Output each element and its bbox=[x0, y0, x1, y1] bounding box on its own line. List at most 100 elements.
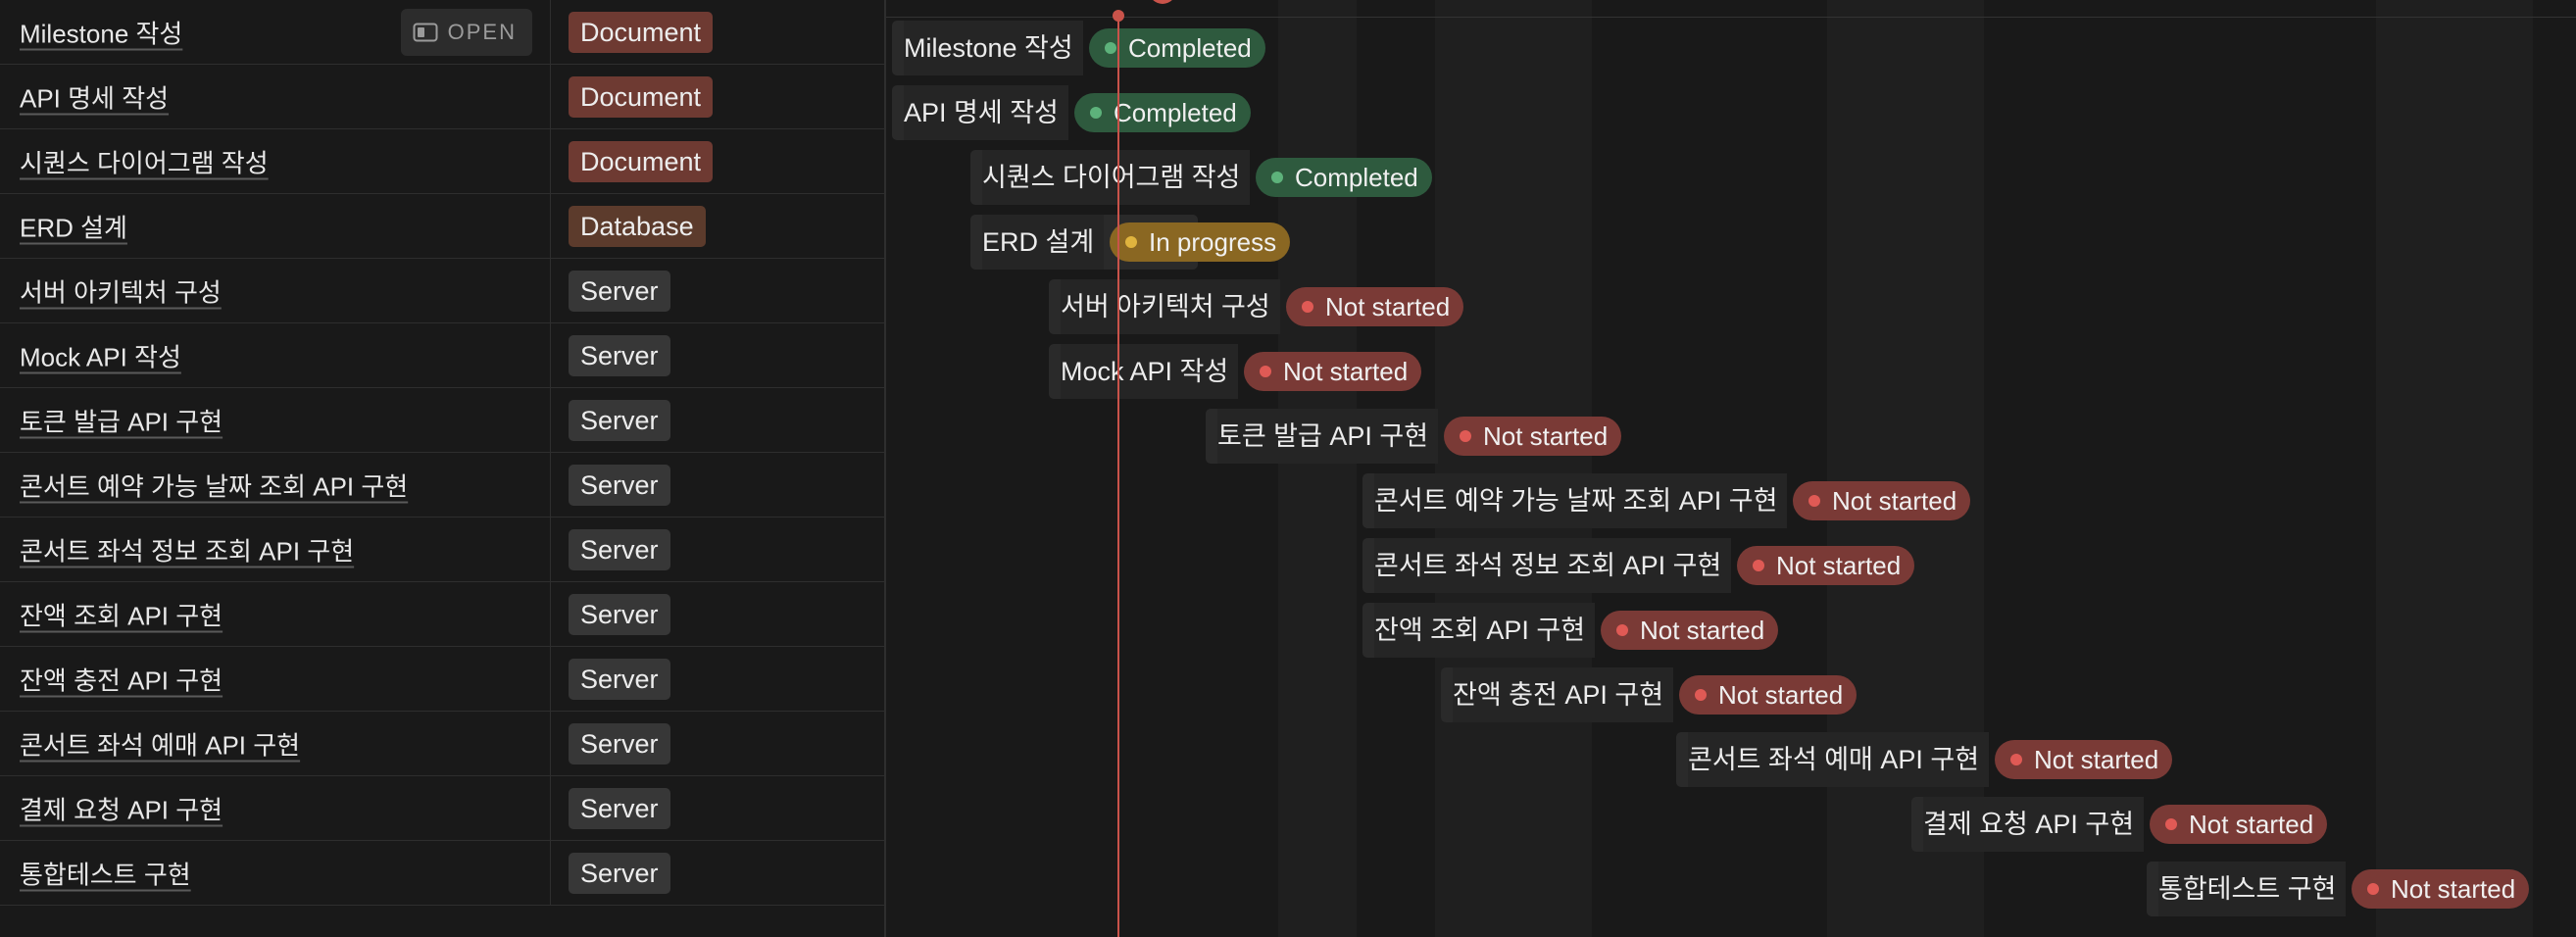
task-name[interactable]: Mock API 작성 bbox=[20, 338, 181, 374]
table-row[interactable]: 콘서트 좌석 예매 API 구현 Server bbox=[0, 712, 885, 776]
task-name-cell[interactable]: 시퀀스 다이어그램 작성 bbox=[0, 129, 551, 194]
timeline-task[interactable]: 잔액 충전 API 구현 Not started bbox=[1441, 667, 2225, 722]
status-dot-icon bbox=[1260, 366, 1271, 377]
open-button[interactable]: OPEN bbox=[400, 9, 532, 56]
category-cell[interactable]: Server bbox=[551, 841, 885, 906]
status-label: Not started bbox=[1832, 486, 1957, 516]
task-bar-label: 잔액 조회 API 구현 bbox=[1374, 603, 1596, 658]
table-row[interactable]: 잔액 조회 API 구현 Server bbox=[0, 582, 885, 647]
category-cell[interactable]: Server bbox=[551, 259, 885, 323]
category-tag: Server bbox=[569, 400, 670, 441]
table-row[interactable]: 잔액 충전 API 구현 Server bbox=[0, 647, 885, 712]
table-row[interactable]: 콘서트 예약 가능 날짜 조회 API 구현 Server bbox=[0, 453, 885, 518]
category-tag: Server bbox=[569, 788, 670, 829]
task-name-cell[interactable]: 콘서트 예약 가능 날짜 조회 API 구현 bbox=[0, 453, 551, 518]
status-badge: Completed bbox=[1256, 158, 1432, 197]
task-bar-label: Milestone 작성 bbox=[904, 21, 1083, 75]
task-bar-label: 시퀀스 다이어그램 작성 bbox=[982, 150, 1251, 205]
category-tag: Server bbox=[569, 723, 670, 764]
category-cell[interactable]: Server bbox=[551, 453, 885, 518]
timeline-task[interactable]: 콘서트 좌석 정보 조회 API 구현 Not started bbox=[1362, 538, 2147, 593]
task-name[interactable]: 잔액 충전 API 구현 bbox=[20, 662, 223, 698]
task-name[interactable]: 통합테스트 구현 bbox=[20, 856, 191, 892]
task-name-cell[interactable]: 서버 아키텍처 구성 bbox=[0, 259, 551, 323]
task-name-cell[interactable]: Mock API 작성 bbox=[0, 323, 551, 388]
timeline-task[interactable]: 결제 요청 API 구현 Not started bbox=[1911, 797, 2576, 852]
category-tag: Server bbox=[569, 594, 670, 635]
category-cell[interactable]: Server bbox=[551, 323, 885, 388]
table-row[interactable]: 콘서트 좌석 정보 조회 API 구현 Server bbox=[0, 518, 885, 582]
table-row[interactable]: Milestone 작성 OPEN Document bbox=[0, 0, 885, 65]
timeline-task[interactable]: API 명세 작성 Completed bbox=[892, 85, 1676, 140]
category-cell[interactable]: Document bbox=[551, 65, 885, 129]
task-name-cell[interactable]: Milestone 작성 OPEN bbox=[0, 0, 551, 65]
task-name-cell[interactable]: API 명세 작성 bbox=[0, 65, 551, 129]
status-label: In progress bbox=[1149, 227, 1277, 257]
table-row[interactable]: 통합테스트 구현 Server bbox=[0, 841, 885, 906]
status-badge: Not started bbox=[2352, 869, 2530, 909]
task-name[interactable]: 잔액 조회 API 구현 bbox=[20, 597, 223, 633]
table-row[interactable]: 서버 아키텍처 구성 Server bbox=[0, 259, 885, 323]
table-row[interactable]: 시퀀스 다이어그램 작성 Document bbox=[0, 129, 885, 194]
timeline-task[interactable]: 통합테스트 구현 Not started bbox=[2147, 862, 2576, 916]
task-name[interactable]: ERD 설계 bbox=[20, 209, 127, 245]
timeline-task[interactable]: 콘서트 좌석 예매 API 구현 Not started bbox=[1676, 732, 2460, 787]
timeline-task[interactable]: Mock API 작성 Not started bbox=[1049, 344, 1833, 399]
task-name-cell[interactable]: 잔액 충전 API 구현 bbox=[0, 647, 551, 712]
timeline-area[interactable]: Milestone 작성 Completed API 명세 작성 Completed 시… bbox=[886, 0, 2576, 937]
category-cell[interactable]: Server bbox=[551, 518, 885, 582]
category-cell[interactable]: Server bbox=[551, 647, 885, 712]
status-dot-icon bbox=[1302, 301, 1313, 313]
timeline-task[interactable]: ERD 설계 In progress bbox=[970, 215, 1755, 270]
timeline-task[interactable]: 서버 아키텍처 구성 Not started bbox=[1049, 279, 1833, 334]
task-name-cell[interactable]: 콘서트 좌석 정보 조회 API 구현 bbox=[0, 518, 551, 582]
task-name[interactable]: API 명세 작성 bbox=[20, 79, 169, 116]
task-name-cell[interactable]: 결제 요청 API 구현 bbox=[0, 776, 551, 841]
task-name-cell[interactable]: 잔액 조회 API 구현 bbox=[0, 582, 551, 647]
timeline-task[interactable]: Milestone 작성 Completed bbox=[892, 21, 1676, 75]
category-tag: Server bbox=[569, 271, 670, 312]
category-tag: Document bbox=[569, 76, 714, 118]
task-name[interactable]: Milestone 작성 bbox=[20, 15, 182, 51]
task-name-cell[interactable]: 콘서트 좌석 예매 API 구현 bbox=[0, 712, 551, 776]
category-cell[interactable]: Server bbox=[551, 388, 885, 453]
status-label: Completed bbox=[1128, 33, 1252, 63]
task-bar-label: 서버 아키텍처 구성 bbox=[1061, 279, 1280, 334]
table-row[interactable]: ERD 설계 Database bbox=[0, 194, 885, 259]
category-cell[interactable]: Server bbox=[551, 776, 885, 841]
task-bar-label: API 명세 작성 bbox=[904, 85, 1068, 140]
task-name[interactable]: 콘서트 좌석 정보 조회 API 구현 bbox=[20, 532, 354, 568]
task-name[interactable]: 콘서트 예약 가능 날짜 조회 API 구현 bbox=[20, 468, 408, 504]
task-name-cell[interactable]: 토큰 발급 API 구현 bbox=[0, 388, 551, 453]
task-name-cell[interactable]: ERD 설계 bbox=[0, 194, 551, 259]
table-row[interactable]: 결제 요청 API 구현 Server bbox=[0, 776, 885, 841]
status-badge: Not started bbox=[2150, 805, 2328, 844]
category-cell[interactable]: Document bbox=[551, 129, 885, 194]
category-cell[interactable]: Document bbox=[551, 0, 885, 65]
table-row[interactable]: 토큰 발급 API 구현 Server bbox=[0, 388, 885, 453]
status-dot-icon bbox=[1271, 172, 1283, 183]
timeline-task[interactable]: 콘서트 예약 가능 날짜 조회 API 구현 Not started bbox=[1362, 473, 2147, 528]
category-cell[interactable]: Database bbox=[551, 194, 885, 259]
status-badge: Not started bbox=[1679, 675, 1858, 715]
timeline-task[interactable]: 시퀀스 다이어그램 작성 Completed bbox=[970, 150, 1755, 205]
status-label: Not started bbox=[1718, 680, 1844, 710]
category-cell[interactable]: Server bbox=[551, 712, 885, 776]
task-name[interactable]: 서버 아키텍처 구성 bbox=[20, 273, 222, 310]
status-label: Completed bbox=[1295, 163, 1418, 192]
timeline-database-view: Milestone 작성 OPEN Document API 명세 작성 Documen… bbox=[0, 0, 2576, 937]
table-row[interactable]: Mock API 작성 Server bbox=[0, 323, 885, 388]
task-name[interactable]: 토큰 발급 API 구현 bbox=[20, 403, 223, 439]
category-cell[interactable]: Server bbox=[551, 582, 885, 647]
status-label: Not started bbox=[1283, 357, 1409, 386]
table-row[interactable]: API 명세 작성 Document bbox=[0, 65, 885, 129]
status-badge: Completed bbox=[1074, 93, 1251, 132]
task-name[interactable]: 시퀀스 다이어그램 작성 bbox=[20, 144, 269, 180]
status-label: Not started bbox=[1483, 421, 1609, 451]
status-badge: Not started bbox=[1444, 417, 1622, 456]
timeline-task[interactable]: 토큰 발급 API 구현 Not started bbox=[1206, 409, 1990, 464]
timeline-task[interactable]: 잔액 조회 API 구현 Not started bbox=[1362, 603, 2147, 658]
task-name[interactable]: 콘서트 좌석 예매 API 구현 bbox=[20, 726, 300, 763]
task-name[interactable]: 결제 요청 API 구현 bbox=[20, 791, 223, 827]
task-name-cell[interactable]: 통합테스트 구현 bbox=[0, 841, 551, 906]
